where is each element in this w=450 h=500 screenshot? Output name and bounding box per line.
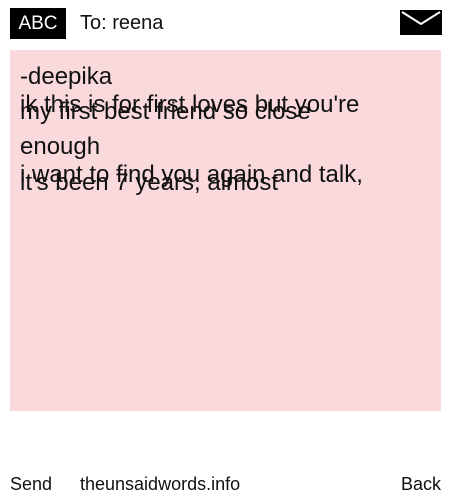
send-button[interactable]: Send (10, 473, 52, 495)
envelope-icon[interactable] (400, 10, 442, 35)
message-line: my first best friend so close (20, 98, 311, 125)
site-link[interactable]: theunsaidwords.info (80, 473, 240, 495)
recipient-line: To: reena (80, 12, 164, 34)
back-button[interactable]: Back (401, 473, 441, 495)
message-line: it's been 7 years, almost (20, 169, 279, 196)
message-card: -deepika ik this is for first loves but … (10, 50, 441, 411)
message-line: enough (20, 133, 101, 160)
input-mode-badge[interactable]: ABC (10, 8, 66, 39)
message-line-signature: -deepika (20, 63, 113, 90)
